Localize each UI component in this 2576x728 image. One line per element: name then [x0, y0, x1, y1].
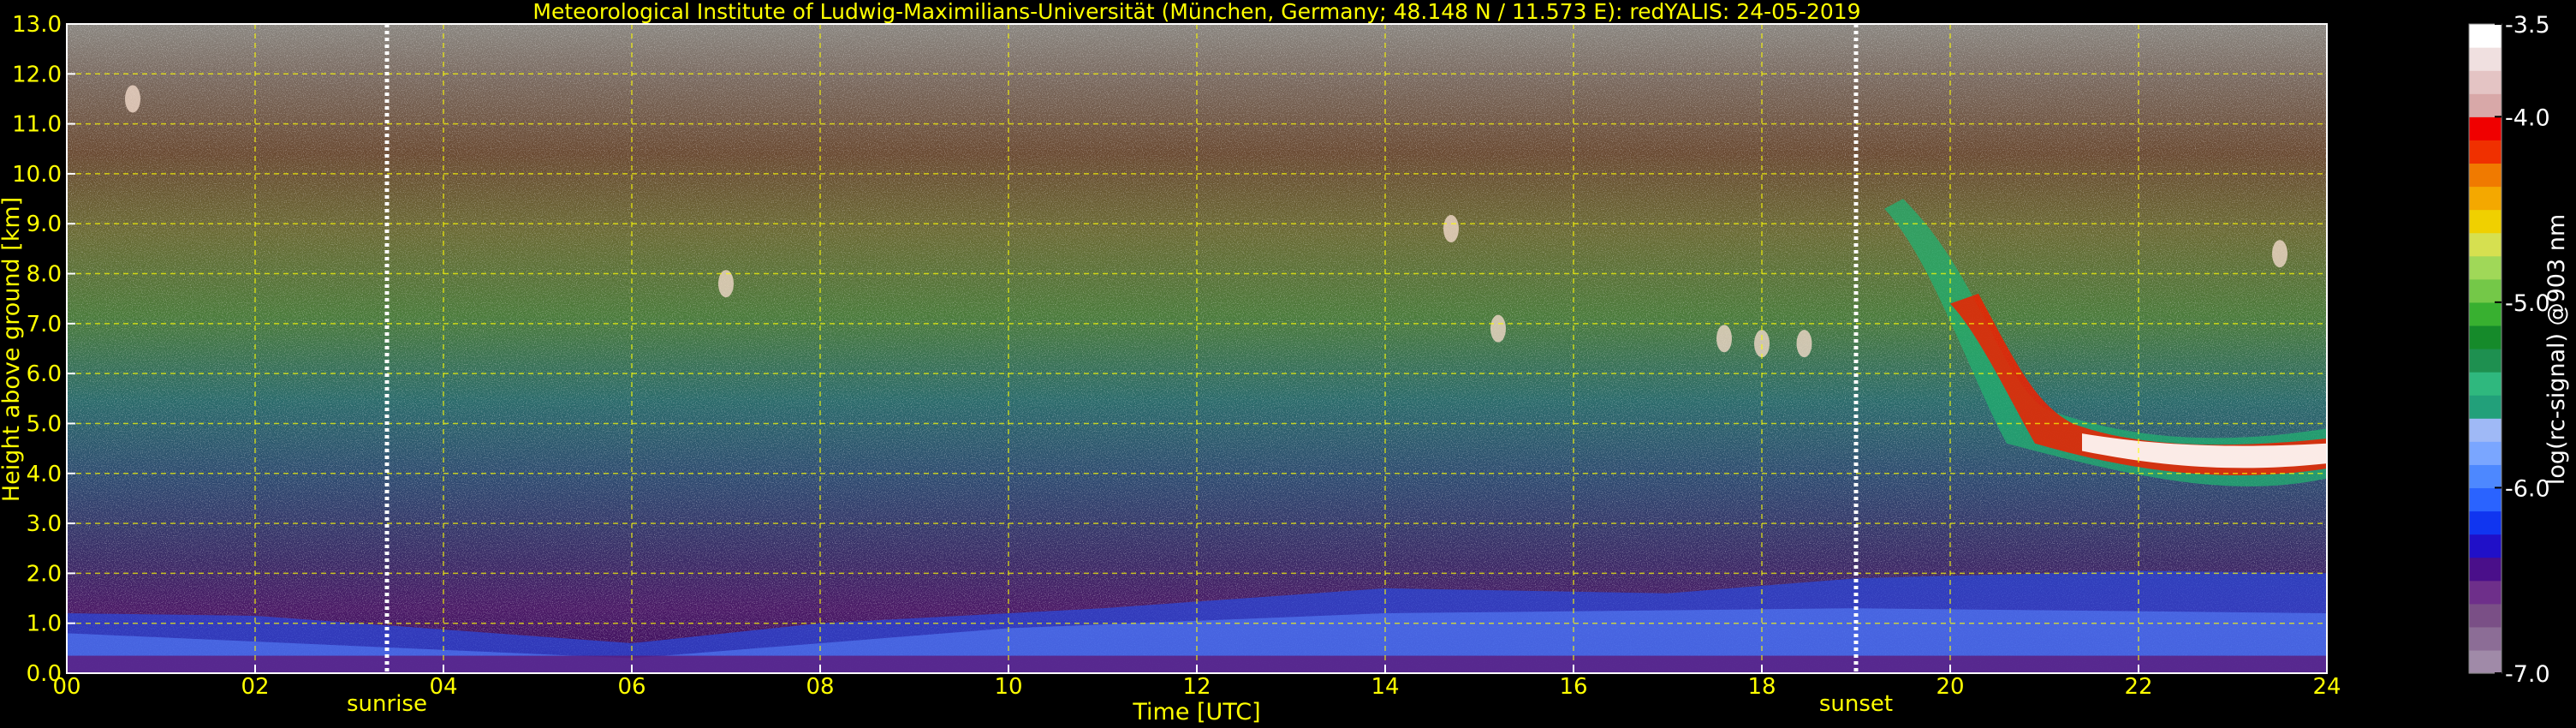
cloud-fragment	[125, 85, 140, 113]
cloud-fragment	[1490, 314, 1506, 343]
cloud-fragment	[1443, 215, 1459, 243]
x-tick-label: 14	[1371, 674, 1399, 700]
x-tick-label: 06	[617, 674, 645, 700]
y-tick-label: 7.0	[27, 312, 62, 337]
colorbar-segment	[2469, 349, 2502, 373]
annotation-label: sunset	[1819, 691, 1893, 717]
x-tick-label: 20	[1936, 674, 1964, 700]
y-tick-label: 2.0	[27, 561, 62, 587]
colorbar-segment	[2469, 626, 2502, 651]
x-tick-label: 02	[241, 674, 269, 700]
colorbar-segment	[2469, 441, 2502, 465]
colorbar-segment	[2469, 116, 2502, 140]
colorbar-segment	[2469, 278, 2502, 303]
colorbar-segment	[2469, 372, 2502, 396]
x-tick-label: 10	[994, 674, 1022, 700]
colorbar-segment	[2469, 93, 2502, 117]
colorbar-segment	[2469, 163, 2502, 188]
colorbar-segment	[2469, 24, 2502, 48]
y-tick-label: 1.0	[27, 612, 62, 637]
colorbar-segment	[2469, 47, 2502, 71]
colorbar-segment	[2469, 487, 2502, 512]
y-tick-label: 10.0	[12, 162, 62, 188]
x-tick-label: 18	[1747, 674, 1776, 700]
y-tick-label: 8.0	[27, 262, 62, 288]
colorbar-segment	[2469, 649, 2502, 674]
y-tick-label: 3.0	[27, 511, 62, 537]
x-tick-label: 22	[2124, 674, 2152, 700]
y-tick-label: 4.0	[27, 462, 62, 487]
cloud-fragment	[1716, 325, 1732, 353]
y-tick-label: 5.0	[27, 411, 62, 437]
colorbar-segment	[2469, 464, 2502, 489]
colorbar-segment	[2469, 301, 2502, 326]
x-tick-label: 08	[806, 674, 834, 700]
colorbar-segment	[2469, 418, 2502, 442]
colorbar-segment	[2469, 209, 2502, 234]
colorbar-segment	[2469, 603, 2502, 628]
y-tick-label: 11.0	[12, 112, 62, 138]
colorbar-tick-label: -7.0	[2505, 661, 2550, 688]
colorbar-segment	[2469, 186, 2502, 211]
colorbar-segment	[2469, 510, 2502, 535]
colorbar-segment	[2469, 534, 2502, 558]
y-axis-label: Height above ground [km]	[0, 197, 25, 502]
cloud-fragment	[1796, 330, 1812, 358]
y-tick-label: 0.0	[27, 661, 62, 687]
colorbar-segment	[2469, 580, 2502, 605]
colorbar-tick-label: -4.0	[2505, 104, 2550, 131]
annotation-label: sunrise	[347, 691, 427, 717]
colorbar-segment	[2469, 557, 2502, 582]
x-tick-label: 24	[2312, 674, 2341, 700]
chart-title: Meteorological Institute of Ludwig-Maxim…	[532, 0, 1860, 24]
x-tick-label: 16	[1559, 674, 1587, 700]
colorbar: -3.5-4.0-5.0-6.0-7.0	[2468, 12, 2550, 688]
y-tick-label: 9.0	[27, 212, 62, 237]
y-tick-label: 13.0	[12, 12, 62, 38]
colorbar-segment	[2469, 70, 2502, 94]
colorbar-label: log(rc-signal) @903 nm	[2543, 214, 2570, 485]
annotation-labels: sunrise sunset	[347, 691, 1893, 717]
colorbar-segment	[2469, 395, 2502, 419]
colorbar-segment	[2469, 255, 2502, 280]
lidar-chart: Meteorological Institute of Ludwig-Maxim…	[0, 0, 2570, 725]
x-tick-label: 04	[429, 674, 457, 700]
cloud-fragment	[1754, 330, 1770, 358]
colorbar-segment	[2469, 232, 2502, 257]
cloud-fragment	[2272, 240, 2287, 268]
x-axis-label: Time [UTC]	[1132, 699, 1260, 725]
y-tick-label: 6.0	[27, 361, 62, 387]
colorbar-segment	[2469, 325, 2502, 349]
colorbar-segment	[2469, 140, 2502, 164]
y-tick-label: 12.0	[12, 62, 62, 87]
x-tick-label: 12	[1182, 674, 1211, 700]
colorbar-tick-label: -3.5	[2505, 12, 2550, 39]
